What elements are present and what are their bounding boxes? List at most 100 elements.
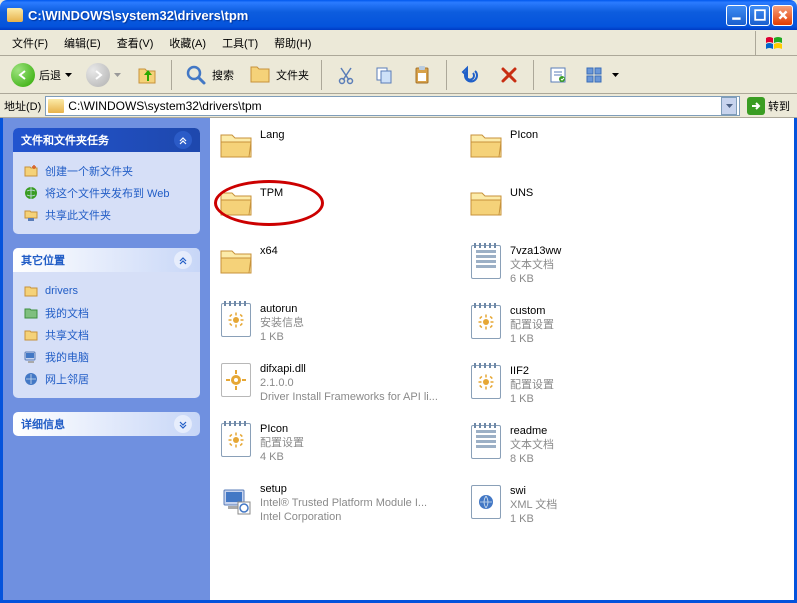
folders-button[interactable]: 文件夹 [243,60,314,90]
undo-button[interactable] [454,60,488,90]
dropdown-arrow-icon [114,73,121,77]
minimize-button[interactable] [726,5,747,26]
menu-file[interactable]: 文件(F) [4,31,56,55]
file-area[interactable]: Lang TPM x64 autorun安装信息1 KB difxapi.dll2.1.… [210,118,794,600]
file-meta: readme文本文档8 KB [510,424,554,466]
maximize-button[interactable] [749,5,770,26]
details-panel: 详细信息 [13,412,200,436]
views-button[interactable] [579,60,624,90]
file-item[interactable]: PIcon配置设置4 KB [218,422,468,464]
menu-tools[interactable]: 工具(T) [214,31,266,55]
search-button[interactable]: 搜索 [179,60,239,90]
file-meta: difxapi.dll2.1.0.0Driver Install Framewo… [260,362,438,404]
task-share[interactable]: 共享此文件夹 [23,204,190,226]
side-panel: 文件和文件夹任务 创建一个新文件夹 将这个文件夹发布到 Web 共享此文件夹 其… [3,118,210,600]
tasks-panel: 文件和文件夹任务 创建一个新文件夹 将这个文件夹发布到 Web 共享此文件夹 [13,128,200,234]
file-item[interactable]: custom配置设置1 KB [468,304,718,346]
windows-logo-icon [755,31,793,55]
tasks-title: 文件和文件夹任务 [21,132,109,148]
file-item[interactable]: PIcon [468,128,718,168]
address-dropdown[interactable] [721,97,737,115]
ini-icon [468,304,504,340]
collapse-icon [174,251,192,269]
folder-icon [48,99,64,113]
up-button[interactable] [130,60,164,90]
details-title: 详细信息 [21,416,65,432]
address-field[interactable]: C:\WINDOWS\system32\drivers\tpm [45,96,740,116]
file-item[interactable]: IIF2配置设置1 KB [468,364,718,406]
folder-icon [218,186,254,222]
delete-button[interactable] [492,60,526,90]
file-meta: autorun安装信息1 KB [260,302,304,344]
file-item[interactable]: setupIntel® Trusted Platform Module I...… [218,482,468,524]
copy-button[interactable] [367,60,401,90]
ini-icon [218,422,254,458]
collapse-icon [174,131,192,149]
file-meta: 7vza13ww文本文档6 KB [510,244,561,286]
task-new-folder[interactable]: 创建一个新文件夹 [23,160,190,182]
file-meta: IIF2配置设置1 KB [510,364,554,406]
setup-icon [218,482,254,518]
paste-button[interactable] [405,60,439,90]
folder-icon [218,244,254,280]
place-my-computer[interactable]: 我的电脑 [23,346,190,368]
menu-help[interactable]: 帮助(H) [266,31,319,55]
properties-button[interactable] [541,60,575,90]
file-item[interactable]: swiXML 文档1 KB [468,484,718,526]
txt-icon [468,244,504,280]
file-item[interactable]: 7vza13ww文本文档6 KB [468,244,718,286]
menu-edit[interactable]: 编辑(E) [56,31,109,55]
place-drivers[interactable]: drivers [23,280,190,302]
address-label: 地址(D) [4,98,41,114]
file-meta: PIcon配置设置4 KB [260,422,304,464]
folder-icon [468,186,504,222]
places-panel: 其它位置 drivers 我的文档 共享文档 我的电脑 网上邻居 [13,248,200,398]
window-title: C:\WINDOWS\system32\drivers\tpm [28,8,726,23]
place-network[interactable]: 网上邻居 [23,368,190,390]
file-meta: PIcon [510,128,538,142]
folders-label: 文件夹 [276,67,309,83]
file-item[interactable]: x64 [218,244,468,284]
txt-icon [468,424,504,460]
ini-icon [218,302,254,338]
toolbar: 后退 搜索 文件夹 [0,56,797,94]
go-button[interactable]: 转到 [744,97,793,115]
file-meta: swiXML 文档1 KB [510,484,557,526]
places-panel-header[interactable]: 其它位置 [13,248,200,272]
go-label: 转到 [768,98,790,114]
folder-icon [218,128,254,164]
details-panel-header[interactable]: 详细信息 [13,412,200,436]
file-item[interactable]: readme文本文档8 KB [468,424,718,466]
file-item[interactable]: TPM [218,186,468,226]
file-item[interactable]: autorun安装信息1 KB [218,302,468,344]
file-meta: TPM [260,186,283,200]
folder-icon [468,128,504,164]
address-path: C:\WINDOWS\system32\drivers\tpm [68,99,717,113]
forward-button[interactable] [81,60,126,90]
cut-button[interactable] [329,60,363,90]
place-shared-documents[interactable]: 共享文档 [23,324,190,346]
task-publish-web[interactable]: 将这个文件夹发布到 Web [23,182,190,204]
file-meta: Lang [260,128,284,142]
file-item[interactable]: UNS [468,186,718,226]
file-item[interactable]: Lang [218,128,468,168]
file-meta: UNS [510,186,533,200]
xml-icon [468,484,504,520]
tasks-panel-header[interactable]: 文件和文件夹任务 [13,128,200,152]
dropdown-arrow-icon [65,73,72,77]
menu-fav[interactable]: 收藏(A) [161,31,214,55]
file-meta: custom配置设置1 KB [510,304,554,346]
menu-view[interactable]: 查看(V) [109,31,162,55]
search-label: 搜索 [212,67,234,83]
expand-icon [174,415,192,433]
address-bar: 地址(D) C:\WINDOWS\system32\drivers\tpm 转到 [0,94,797,118]
close-button[interactable] [772,5,793,26]
file-item[interactable]: difxapi.dll2.1.0.0Driver Install Framewo… [218,362,468,404]
back-button[interactable]: 后退 [6,60,77,90]
file-meta: x64 [260,244,278,258]
file-meta: setupIntel® Trusted Platform Module I...… [260,482,427,524]
window-folder-icon [7,8,23,22]
place-my-documents[interactable]: 我的文档 [23,302,190,324]
places-title: 其它位置 [21,252,65,268]
dll-icon [218,362,254,398]
